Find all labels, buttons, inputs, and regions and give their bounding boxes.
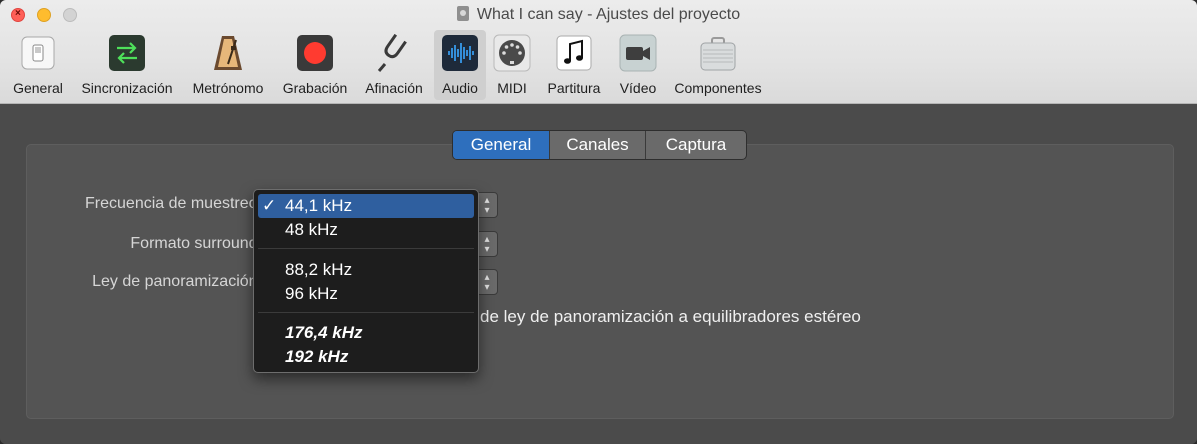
document-icon — [456, 6, 469, 21]
toolbar-recording-label: Grabación — [282, 80, 348, 96]
pan-law-popup[interactable]: ▴ ▾ — [476, 269, 498, 295]
menu-item-88-2-khz[interactable]: 88,2 kHz — [258, 258, 474, 282]
menu-item-192-khz[interactable]: 192 kHz — [258, 345, 474, 369]
window-title: What I can say - Ajustes del proyecto — [0, 6, 1197, 24]
toolbar-midi[interactable]: MIDI — [490, 30, 534, 100]
toolbar-general-label: General — [13, 80, 63, 96]
toolbar-tuning-label: Afinación — [365, 80, 423, 96]
sample-rate-label: Frecuencia de muestreo: — [85, 195, 262, 212]
metronome-icon — [214, 36, 242, 70]
menu-item-176-4-khz[interactable]: 176,4 kHz — [258, 321, 474, 345]
apply-pan-law-text: de ley de panoramización a equilibradore… — [480, 307, 861, 326]
midi-connector-icon — [493, 34, 531, 72]
record-icon — [297, 35, 333, 71]
menu-item-label: 192 kHz — [285, 347, 349, 366]
menu-separator — [258, 248, 474, 249]
toolbar-metronome-label: Metrónomo — [192, 80, 264, 96]
audio-waveform-icon — [442, 35, 478, 71]
toolbar-score[interactable]: Partitura — [540, 30, 608, 100]
briefcase-icon — [700, 37, 736, 71]
toolbar-video-label: Vídeo — [619, 80, 657, 96]
toolbar-general[interactable]: General — [6, 30, 70, 100]
menu-item-label: 88,2 kHz — [285, 260, 353, 279]
menu-item-label: 48 kHz — [285, 220, 338, 239]
music-note-icon — [556, 35, 592, 71]
project-settings-window: × What I can say - Ajustes del proyecto … — [0, 0, 1197, 444]
toolbar-audio-label: Audio — [442, 80, 478, 96]
toolbar-components-label: Componentes — [674, 80, 762, 96]
toolbar-score-label: Partitura — [547, 80, 601, 96]
menu-item-44-1-khz[interactable]: ✓ 44,1 kHz — [258, 194, 474, 218]
surround-format-popup[interactable]: ▴ ▾ — [476, 231, 498, 257]
video-camera-icon — [619, 34, 657, 72]
menu-item-48-khz[interactable]: 48 kHz — [258, 218, 474, 242]
pan-law-label: Ley de panoramización: — [92, 273, 262, 290]
switch-icon — [21, 36, 55, 70]
toolbar-recording[interactable]: Grabación — [276, 30, 354, 100]
toolbar-video[interactable]: Vídeo — [612, 30, 664, 100]
menu-item-label: 176,4 kHz — [285, 323, 363, 342]
toolbar-audio[interactable]: Audio — [434, 30, 486, 100]
tab-capture[interactable]: Captura — [645, 131, 746, 159]
toolbar-sync-label: Sincronización — [81, 80, 173, 96]
title-bar: × What I can say - Ajustes del proyecto … — [0, 0, 1197, 104]
sample-rate-popup-arrows[interactable]: ▴ ▾ — [476, 192, 498, 218]
toolbar-tuning[interactable]: Afinación — [358, 30, 430, 100]
sample-rate-menu: ✓ 44,1 kHz 48 kHz 88,2 kHz 96 kHz 176,4 … — [253, 189, 479, 373]
sync-arrows-icon — [109, 35, 145, 71]
audio-tab-bar: General Canales Captura — [452, 130, 747, 160]
tab-channels[interactable]: Canales — [549, 131, 645, 159]
window-title-text: What I can say - Ajustes del proyecto — [476, 6, 741, 23]
toolbar-metronome[interactable]: Metrónomo — [186, 30, 270, 100]
menu-item-96-khz[interactable]: 96 kHz — [258, 282, 474, 306]
menu-item-label: 44,1 kHz — [285, 196, 353, 215]
menu-item-label: 96 kHz — [285, 284, 338, 303]
toolbar-midi-label: MIDI — [497, 80, 527, 96]
surround-format-label: Formato surround: — [130, 235, 262, 252]
tab-general[interactable]: General — [453, 131, 549, 159]
tuning-fork-icon — [377, 34, 407, 72]
menu-separator — [258, 312, 474, 313]
toolbar-sync[interactable]: Sincronización — [74, 30, 180, 100]
toolbar-components[interactable]: Componentes — [668, 30, 768, 100]
checkmark-icon: ✓ — [262, 196, 277, 215]
